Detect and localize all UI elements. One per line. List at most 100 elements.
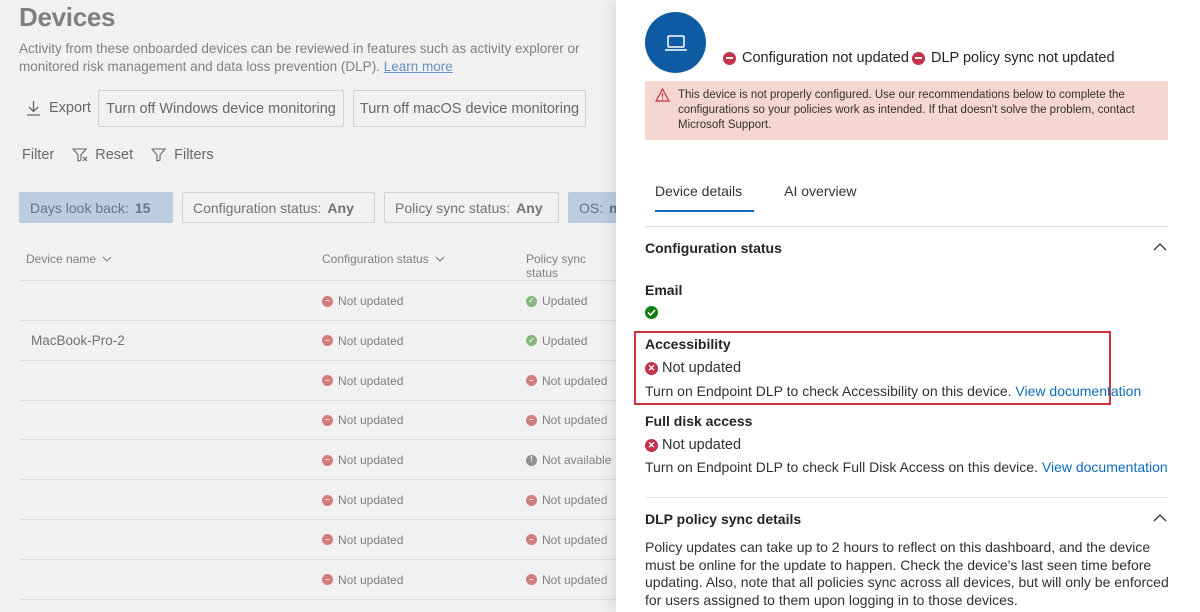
error-icon: – [322,414,333,426]
check-icon: ✓ [526,295,537,307]
page-title: Devices [19,2,116,32]
policy-sync-status-cell: – Not updated [526,520,607,560]
panel-tabs: Device details AI overview [645,183,867,212]
table-row[interactable]: MacBook-Pro-2 – Not updated ✓ Updated [0,321,616,361]
policy-sync-status-cell: – Not updated [526,361,607,401]
full-disk-access-label: Full disk access [645,413,753,429]
table-row[interactable]: – Not updated ✓ Updated [0,281,616,321]
table-row[interactable]: – Not updated – Not updated [0,480,616,520]
check-icon [645,306,658,319]
error-icon: – [322,534,333,546]
configuration-status-cell: – Not updated [322,281,403,321]
laptop-icon [664,34,687,51]
tab-ai-overview[interactable]: AI overview [774,183,866,212]
view-documentation-link[interactable]: View documentation [1042,459,1168,475]
table-row[interactable]: – Not updated – Not updated [0,560,616,600]
description-text: Activity from these onboarded devices ca… [19,41,580,74]
error-icon: – [322,295,333,307]
policy-sync-status-cell: – Not updated [526,480,607,520]
divider [19,598,616,600]
dlp-policy-sync-text: Policy updates can take up to 2 hours to… [645,539,1169,608]
tab-device-details[interactable]: Device details [645,183,755,212]
chevron-up-icon[interactable] [1153,243,1167,251]
error-icon: ✕ [645,361,658,375]
info-icon: ! [526,454,537,466]
configuration-status-filter[interactable]: Configuration status: Any [182,192,375,223]
email-status [645,306,658,319]
os-filter[interactable]: OS:m [568,192,616,223]
divider [645,226,1168,227]
configuration-status-cell: – Not updated [322,440,403,480]
warning-banner: This device is not properly configured. … [645,81,1168,140]
export-button[interactable]: Export [26,100,91,116]
configuration-status-cell: – Not updated [322,321,403,361]
policy-sync-status-cell: ! Not available [526,440,611,480]
full-disk-access-status: ✕ Not updated [645,437,741,453]
export-label: Export [49,100,91,116]
table-row[interactable]: – Not updated – Not updated [0,400,616,441]
error-icon: – [322,574,333,586]
table-row[interactable]: – Not updated ! Not available [0,440,616,481]
policy-sync-status-filter[interactable]: Policy sync status: Any [384,192,559,223]
error-icon: – [526,534,537,546]
accessibility-message: Turn on Endpoint DLP to check Accessibil… [645,383,1142,399]
page-description: Activity from these onboarded devices ca… [19,40,616,76]
error-icon: – [526,574,537,586]
full-disk-access-message: Turn on Endpoint DLP to check Full Disk … [645,459,1168,475]
filter-bar: Filter Reset Filters [22,147,232,163]
view-documentation-link[interactable]: View documentation [1015,383,1141,399]
error-icon [723,51,736,65]
error-icon: – [322,494,333,506]
funnel-icon [151,148,167,162]
device-name-cell: MacBook-Pro-2 [31,333,125,349]
error-icon: – [526,414,537,426]
error-icon: – [526,375,537,387]
configuration-status-cell: – Not updated [322,560,403,600]
error-icon: – [322,335,333,347]
policy-sync-status-cell: ✓ Updated [526,321,587,361]
chevron-up-icon[interactable] [1153,514,1167,522]
accessibility-status: ✕ Not updated [645,360,741,376]
funnel-icon [72,148,88,162]
device-details-panel: Configuration not updated DLP policy syn… [616,0,1200,612]
chevron-down-icon [102,256,112,262]
filters-button[interactable]: Filters [151,147,214,163]
accessibility-label: Accessibility [645,336,731,352]
dlp-policy-sync-heading: DLP policy sync details [645,511,802,527]
column-header-policy-sync-status[interactable]: Policy sync status [526,252,616,280]
error-icon: – [322,454,333,466]
configuration-status-cell: – Not updated [322,400,403,440]
error-icon: ✕ [645,438,658,452]
error-icon [912,51,925,65]
configuration-status-cell: – Not updated [322,520,403,560]
configuration-status-badge: Configuration not updated [723,50,909,66]
device-avatar [645,12,706,73]
error-icon: – [526,494,537,506]
divider [645,497,1168,498]
chevron-down-icon [160,207,162,208]
download-icon [27,101,40,116]
devices-page: Devices Activity from these onboarded de… [0,0,616,612]
error-icon: – [322,375,333,387]
warning-text: This device is not properly configured. … [678,89,1135,131]
turn-off-macos-button[interactable]: Turn off macOS device monitoring [353,90,586,127]
chevron-down-icon [435,256,445,262]
dlp-sync-status-badge: DLP policy sync not updated [912,50,1115,66]
filter-label: Filter [22,147,55,163]
configuration-status-heading: Configuration status [645,240,782,256]
reset-button[interactable]: Reset [72,147,133,163]
policy-sync-status-cell: – Not updated [526,400,607,440]
table-row[interactable]: – Not updated – Not updated [0,520,616,560]
configuration-status-cell: – Not updated [322,480,403,520]
days-lookback-filter[interactable]: Days look back: 15 [19,192,173,223]
turn-off-windows-button[interactable]: Turn off Windows device monitoring [98,90,344,127]
column-header-configuration-status[interactable]: Configuration status [322,252,445,266]
email-label: Email [645,282,683,298]
configuration-status-cell: – Not updated [322,361,403,401]
column-header-device-name[interactable]: Device name [26,252,112,266]
table-row[interactable]: – Not updated – Not updated [0,361,616,401]
warning-icon [655,88,670,102]
policy-sync-status-cell: ✓ Updated [526,281,587,321]
policy-sync-status-cell: – Not updated [526,560,607,600]
learn-more-link[interactable]: Learn more [384,59,453,74]
